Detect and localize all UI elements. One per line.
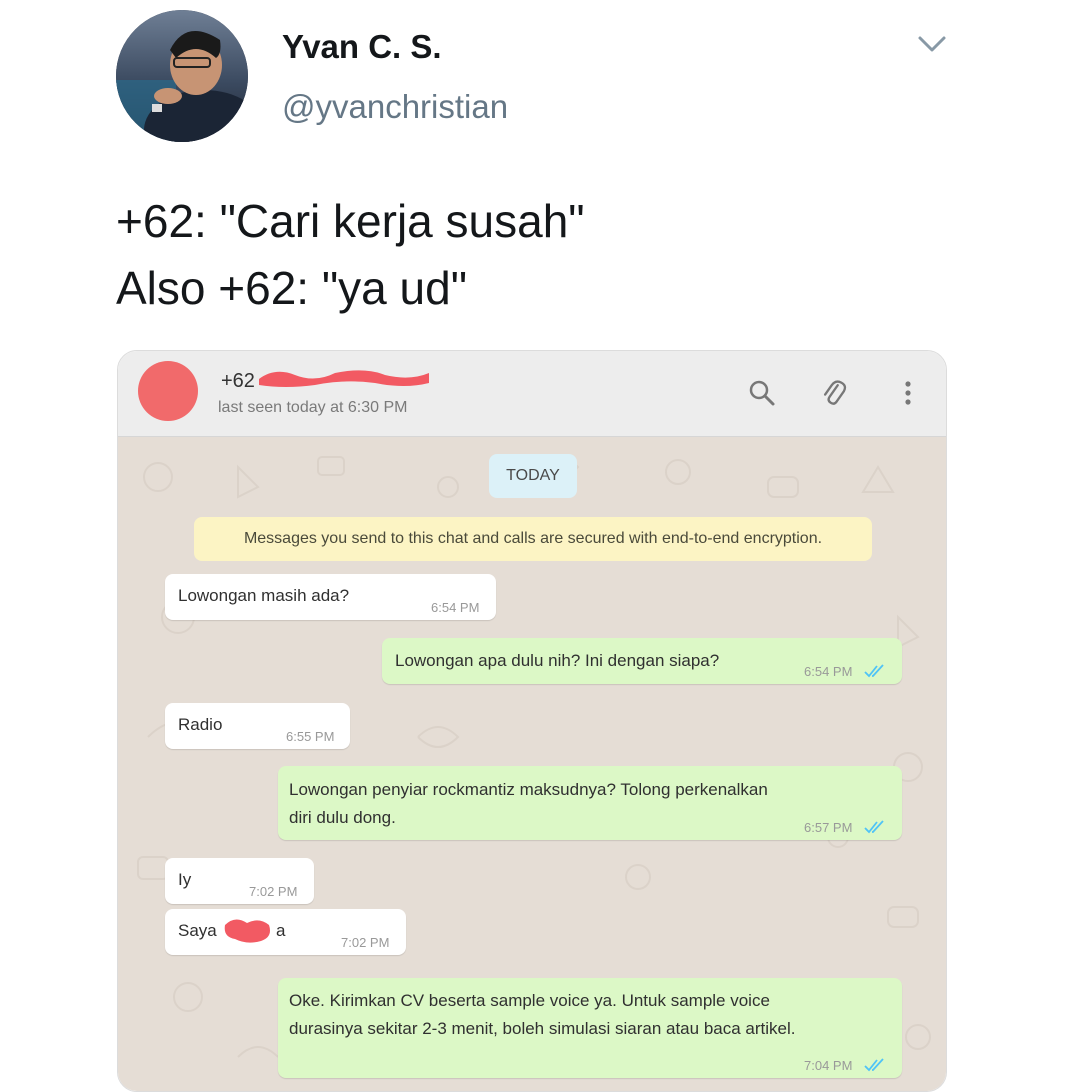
search-icon[interactable] — [746, 377, 778, 409]
message-text: Lowongan penyiar rockmantiz maksudnya? T… — [289, 780, 768, 799]
last-seen-status: last seen today at 6:30 PM — [218, 399, 408, 416]
message-text: Iy — [178, 870, 192, 889]
message-text: Oke. Kirimkan CV beserta sample voice ya… — [289, 991, 770, 1010]
message-text: Lowongan masih ada? — [178, 586, 350, 605]
message-time: 6:54 PM — [431, 600, 480, 615]
incoming-message[interactable]: Radio 6:55 PM — [165, 703, 350, 749]
message-time: 6:57 PM — [804, 820, 853, 835]
date-divider: TODAY — [489, 454, 577, 498]
contact-name[interactable]: +62 — [221, 370, 255, 393]
tweet-text: +62: "Cari kerja susah" Also +62: "ya ud… — [116, 188, 585, 322]
chat-body[interactable]: TODAY Messages you send to this chat and… — [118, 437, 946, 1091]
chat-header: +62 last seen today at 6:30 PM — [118, 351, 946, 437]
incoming-message[interactable]: Iy 7:02 PM — [165, 858, 314, 904]
message-text: a — [276, 921, 286, 940]
author-avatar[interactable] — [116, 10, 248, 142]
chat-screenshot: +62 last seen today at 6:30 PM TODAY Mes… — [117, 350, 947, 1092]
message-text: Radio — [178, 715, 223, 734]
author-handle[interactable]: @yvanchristian — [282, 88, 508, 126]
double-check-icon — [864, 820, 884, 834]
double-check-icon — [864, 664, 884, 678]
message-text: durasinya sekitar 2-3 menit, boleh simul… — [289, 1019, 796, 1038]
chevron-down-icon[interactable] — [914, 30, 950, 58]
double-check-icon — [864, 1058, 884, 1072]
incoming-message[interactable]: Saya a 7:02 PM — [165, 909, 406, 955]
message-text: Lowongan apa dulu nih? Ini dengan siapa? — [395, 651, 720, 670]
encryption-notice[interactable]: Messages you send to this chat and calls… — [194, 517, 872, 561]
outgoing-message[interactable]: Lowongan penyiar rockmantiz maksudnya? T… — [278, 766, 902, 840]
message-time: 7:02 PM — [249, 884, 298, 899]
redaction-scribble — [224, 919, 270, 943]
incoming-message[interactable]: Lowongan masih ada? 6:54 PM — [165, 574, 496, 620]
contact-avatar[interactable] — [138, 361, 198, 421]
tweet-line: Also +62: "ya ud" — [116, 262, 468, 314]
message-time: 6:55 PM — [286, 729, 335, 744]
author-name[interactable]: Yvan C. S. — [282, 28, 442, 66]
more-vertical-icon[interactable] — [892, 377, 924, 409]
message-text: Saya — [178, 921, 217, 940]
outgoing-message[interactable]: Oke. Kirimkan CV beserta sample voice ya… — [278, 978, 902, 1078]
message-time: 7:02 PM — [341, 935, 390, 950]
outgoing-message[interactable]: Lowongan apa dulu nih? Ini dengan siapa?… — [382, 638, 902, 684]
message-time: 7:04 PM — [804, 1058, 853, 1073]
message-time: 6:54 PM — [804, 664, 853, 679]
tweet-line: +62: "Cari kerja susah" — [116, 195, 585, 247]
paperclip-icon[interactable] — [818, 377, 850, 409]
message-text: diri dulu dong. — [289, 808, 396, 827]
redaction-scribble — [259, 370, 429, 387]
